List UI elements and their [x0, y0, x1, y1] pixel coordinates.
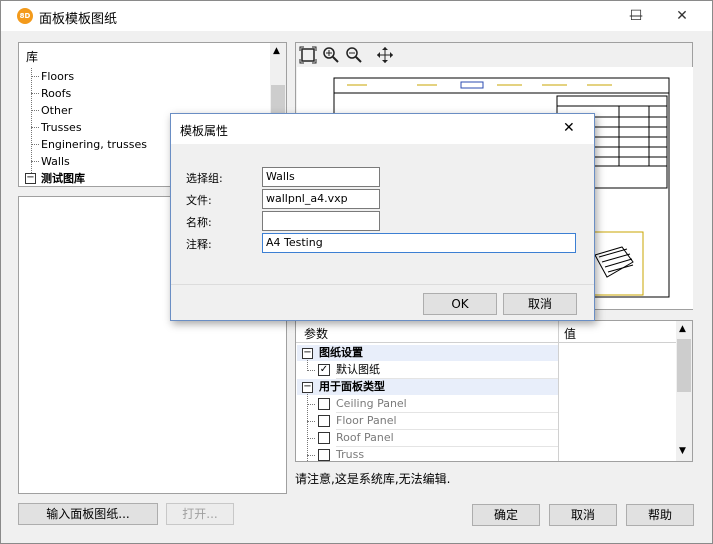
tree-branch	[307, 455, 315, 456]
zoom-in-icon[interactable]	[322, 46, 340, 64]
tree-branch	[307, 421, 315, 422]
tree-branch	[31, 93, 39, 94]
tree-branch	[31, 76, 39, 77]
params-scrollbar[interactable]: ▲ ▼	[676, 321, 692, 461]
note-label: 注释:	[186, 238, 212, 251]
tree-branch	[31, 110, 39, 111]
name-label: 名称:	[186, 216, 212, 229]
params-col-param: 参数	[304, 327, 329, 341]
import-drawing-button[interactable]: 输入面板图纸...	[18, 503, 158, 525]
tree-item-walls[interactable]: Walls	[41, 153, 70, 170]
tree-item-enginering-trusses[interactable]: Enginering, trusses	[41, 136, 147, 153]
truss-checkbox[interactable]	[318, 449, 330, 461]
maximize-button[interactable]: ☐	[613, 1, 659, 31]
param-default-drawing: 默认图纸	[336, 363, 380, 376]
dialog-close-icon[interactable]: ✕	[563, 120, 575, 136]
param-roof-panel: Roof Panel	[336, 431, 394, 444]
close-button[interactable]: ✕	[659, 1, 705, 31]
row-divider	[336, 378, 558, 379]
tree-item-trusses[interactable]: Trusses	[41, 119, 82, 136]
tree-item-floors[interactable]: Floors	[41, 68, 74, 85]
param-group-panel-types: 用于面板类型	[319, 380, 385, 393]
tree-branch	[31, 161, 39, 162]
dialog-ok-button[interactable]: OK	[423, 293, 497, 315]
collapse-icon[interactable]: −	[302, 382, 313, 393]
row-divider	[336, 429, 558, 430]
tree-item-roofs[interactable]: Roofs	[41, 85, 71, 102]
pan-icon[interactable]	[376, 46, 394, 64]
app-icon: 8D	[17, 8, 33, 24]
row-divider	[336, 412, 558, 413]
scroll-down-icon[interactable]: ▼	[679, 446, 686, 456]
col-divider	[558, 321, 559, 461]
title-bar: 8D 面板模板图纸 — ☐ ✕	[1, 1, 712, 31]
dialog-cancel-button[interactable]: 取消	[503, 293, 577, 315]
group-label: 选择组:	[186, 172, 223, 185]
zoom-out-icon[interactable]	[345, 46, 363, 64]
note-field[interactable]: A4 Testing	[262, 233, 576, 253]
tree-branch	[307, 404, 315, 405]
params-header: 参数 值	[296, 321, 676, 461]
roof-panel-checkbox[interactable]	[318, 432, 330, 444]
confirm-button[interactable]: 确定	[472, 504, 540, 526]
param-group-drawing-settings: 图纸设置	[319, 346, 363, 359]
tree-branch	[307, 438, 315, 439]
window-title: 面板模板图纸	[39, 12, 118, 27]
tree-branch	[31, 127, 39, 128]
collapse-icon[interactable]: −	[302, 348, 313, 359]
group-field[interactable]: Walls	[262, 167, 380, 187]
param-floor-panel: Floor Panel	[336, 414, 397, 427]
tree-line	[31, 68, 32, 183]
file-label: 文件:	[186, 194, 212, 207]
open-button[interactable]: 打开...	[166, 503, 234, 525]
scroll-up-icon[interactable]: ▲	[273, 46, 280, 56]
row-divider	[336, 446, 558, 447]
cancel-button[interactable]: 取消	[549, 504, 617, 526]
default-drawing-checkbox[interactable]: ✓	[318, 364, 330, 376]
param-truss: Truss	[336, 448, 365, 461]
tree-item-test-lib[interactable]: 测试图库	[41, 170, 85, 187]
scroll-up-icon[interactable]: ▲	[679, 324, 686, 334]
tree-item-other[interactable]: Other	[41, 102, 72, 119]
dialog-title-bar: 模板属性 ✕	[171, 114, 594, 144]
floor-panel-checkbox[interactable]	[318, 415, 330, 427]
tree-root-label: 库	[26, 50, 39, 64]
system-notice: 请注意,这是系统库,无法编辑.	[295, 472, 451, 486]
tree-branch	[307, 370, 315, 371]
fit-icon[interactable]	[299, 46, 317, 64]
params-col-value: 值	[564, 327, 577, 341]
dialog-title: 模板属性	[180, 124, 229, 138]
ceiling-panel-checkbox[interactable]	[318, 398, 330, 410]
template-properties-dialog: 模板属性 ✕ 选择组: Walls 文件: wallpnl_a4.vxp 名称:…	[170, 113, 595, 321]
help-button[interactable]: 帮助	[626, 504, 694, 526]
params-grid[interactable]: 参数 值 − 图纸设置 ✓ 默认图纸 − 用于面板类型 Ceiling Pane…	[295, 320, 693, 462]
tree-branch	[31, 144, 39, 145]
collapse-icon[interactable]: −	[25, 173, 36, 184]
scroll-thumb[interactable]	[677, 339, 691, 392]
file-field[interactable]: wallpnl_a4.vxp	[262, 189, 380, 209]
dialog-divider	[171, 284, 594, 285]
param-ceiling-panel: Ceiling Panel	[336, 397, 407, 410]
name-field[interactable]	[262, 211, 380, 231]
